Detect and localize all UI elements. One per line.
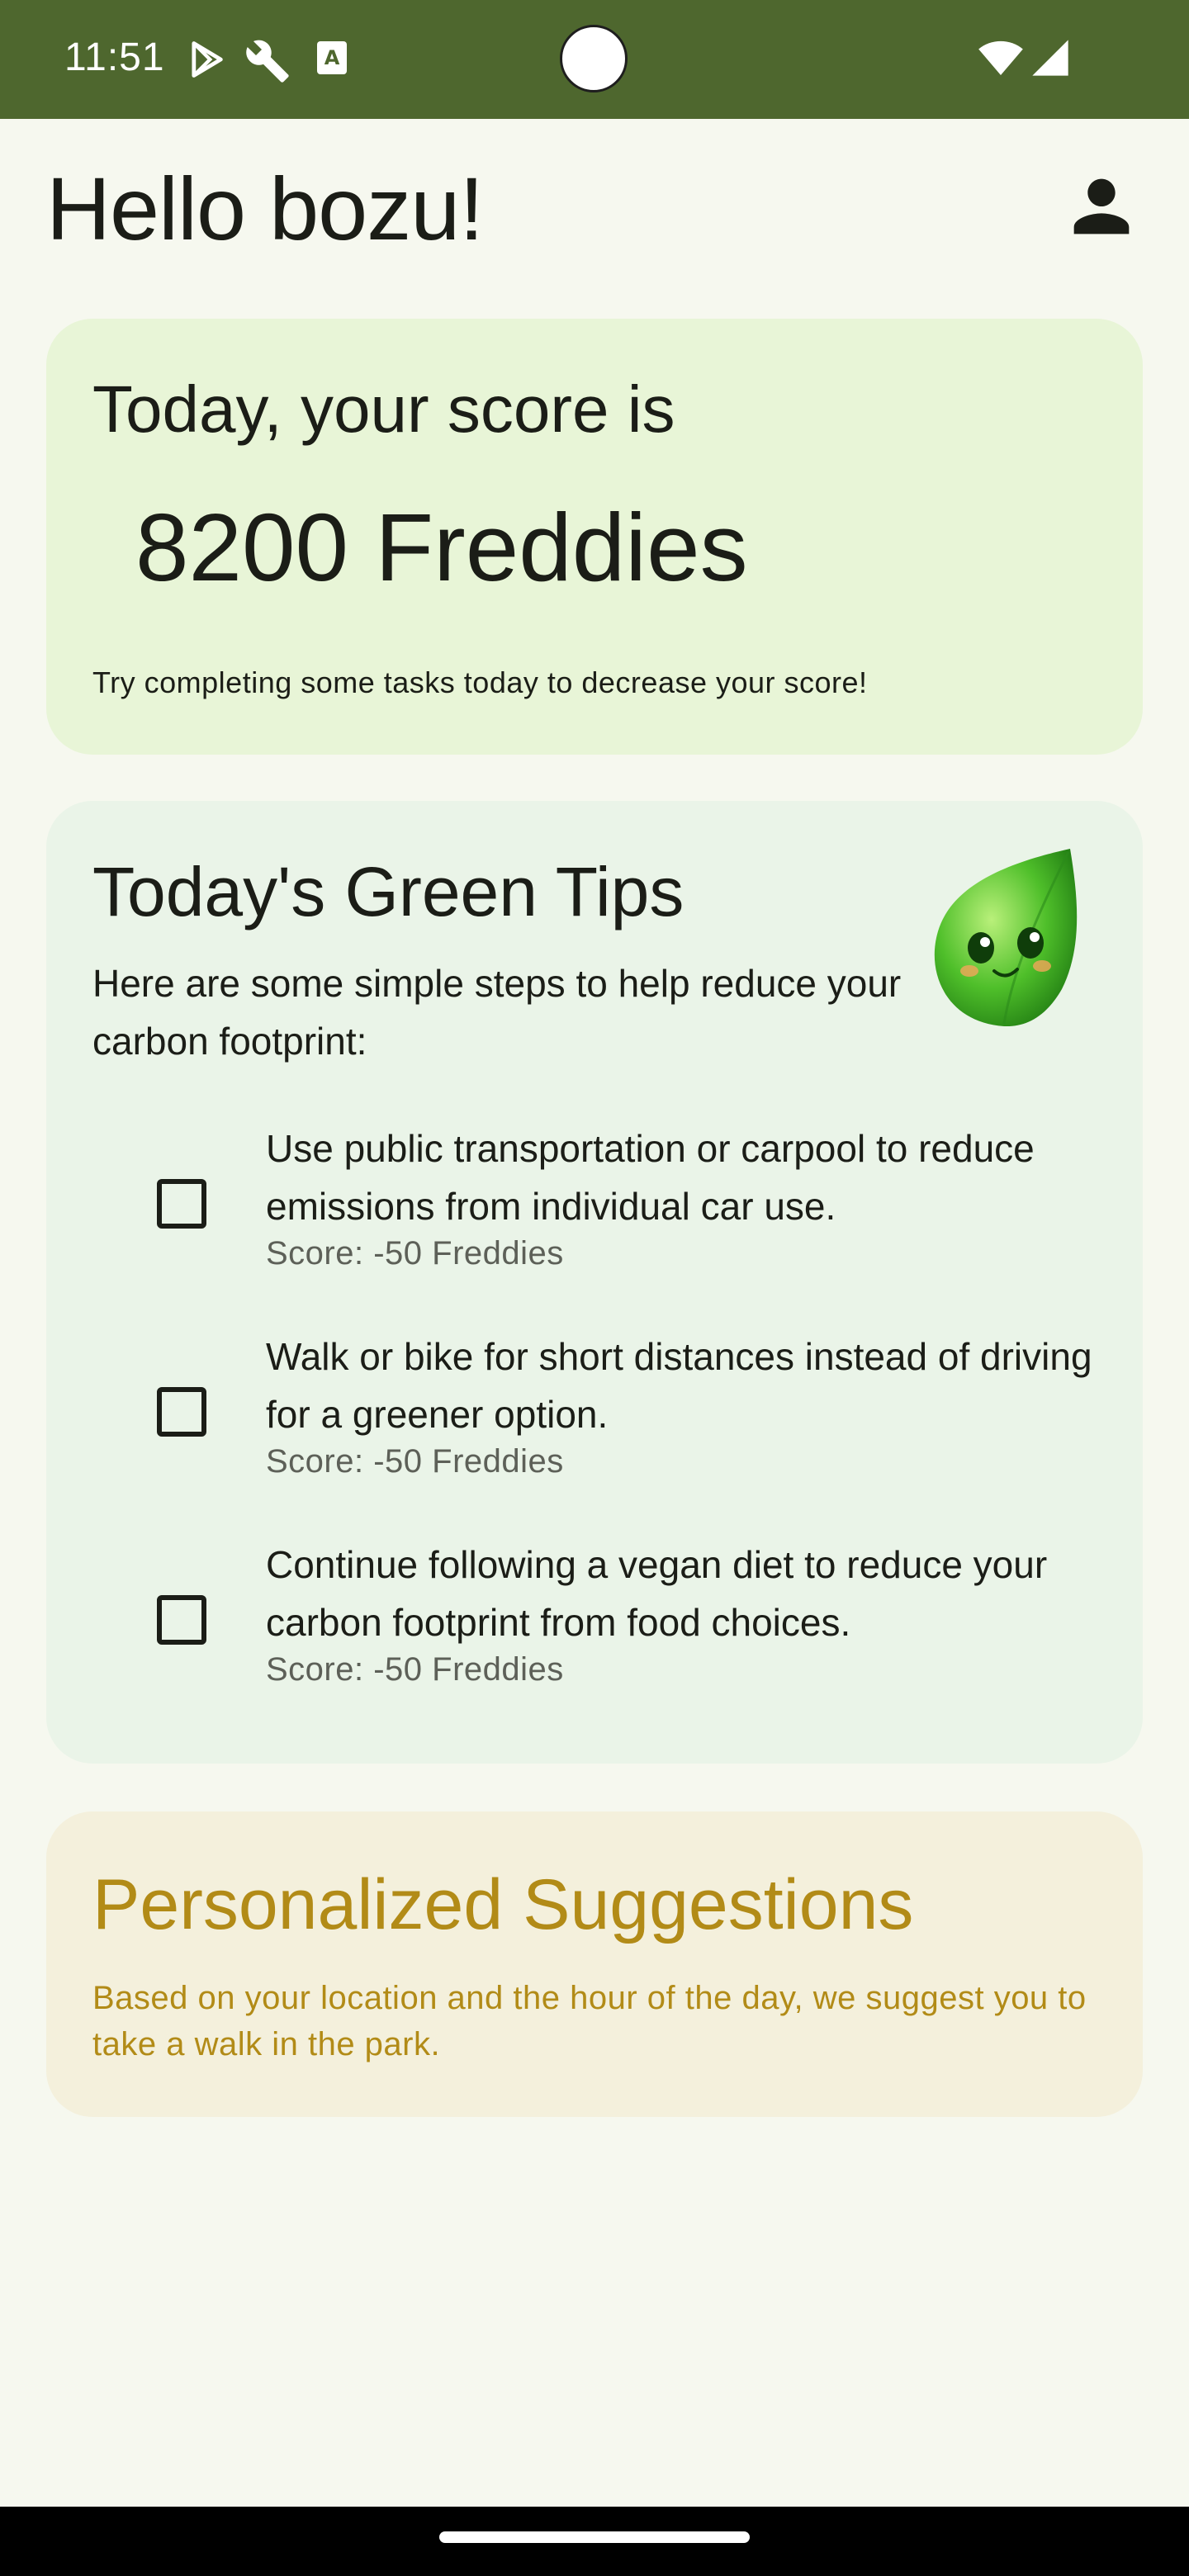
green-tips-card: Today's Green Tips Here are some simple … xyxy=(46,801,1143,1764)
person-icon xyxy=(1073,178,1130,234)
play-store-icon xyxy=(185,38,228,84)
text-a-icon: A xyxy=(314,38,350,81)
tip-text: Use public transportation or carpool to … xyxy=(266,1127,1035,1228)
tip-item[interactable]: Use public transportation or carpool to … xyxy=(92,1120,1108,1285)
tip-checkbox[interactable] xyxy=(157,1595,206,1645)
score-hint: Try completing some tasks today to decre… xyxy=(92,665,868,699)
score-value: 8200 Freddies xyxy=(135,494,748,601)
tip-item[interactable]: Walk or bike for short distances instead… xyxy=(92,1328,1108,1493)
wrench-icon xyxy=(244,38,291,88)
header: Hello bozu! xyxy=(46,152,1143,276)
tip-checkbox[interactable] xyxy=(157,1179,206,1229)
suggestions-card: Personalized Suggestions Based on your l… xyxy=(46,1811,1143,2117)
greeting-title: Hello bozu! xyxy=(46,159,484,258)
status-time: 11:51 xyxy=(64,36,165,79)
home-gesture-handle[interactable] xyxy=(439,2531,750,2543)
status-bar: 11:51 A xyxy=(0,0,1189,119)
tip-score: Score: -50 Freddies xyxy=(266,1235,564,1271)
navigation-bar xyxy=(0,2507,1189,2576)
tip-score: Score: -50 Freddies xyxy=(266,1443,564,1480)
suggestions-title: Personalized Suggestions xyxy=(92,1865,914,1944)
svg-text:A: A xyxy=(324,46,340,69)
tips-description: Here are some simple steps to help reduc… xyxy=(92,962,902,1063)
signal-icon xyxy=(1029,36,1072,83)
tip-text: Walk or bike for short distances instead… xyxy=(266,1335,1092,1436)
tip-checkbox[interactable] xyxy=(157,1387,206,1437)
score-title: Today, your score is xyxy=(92,372,675,446)
tip-text: Continue following a vegan diet to reduc… xyxy=(266,1543,1048,1644)
score-card: Today, your score is 8200 Freddies Try c… xyxy=(46,319,1143,755)
tips-title: Today's Green Tips xyxy=(92,853,685,930)
tip-score: Score: -50 Freddies xyxy=(266,1651,564,1688)
leaf-mascot-icon xyxy=(921,841,1087,1030)
front-camera xyxy=(560,25,628,92)
suggestions-text: Based on your location and the hour of t… xyxy=(92,1980,1087,2062)
profile-button[interactable] xyxy=(1060,165,1143,248)
tip-item[interactable]: Continue following a vegan diet to reduc… xyxy=(92,1536,1108,1701)
wifi-icon xyxy=(978,35,1024,84)
